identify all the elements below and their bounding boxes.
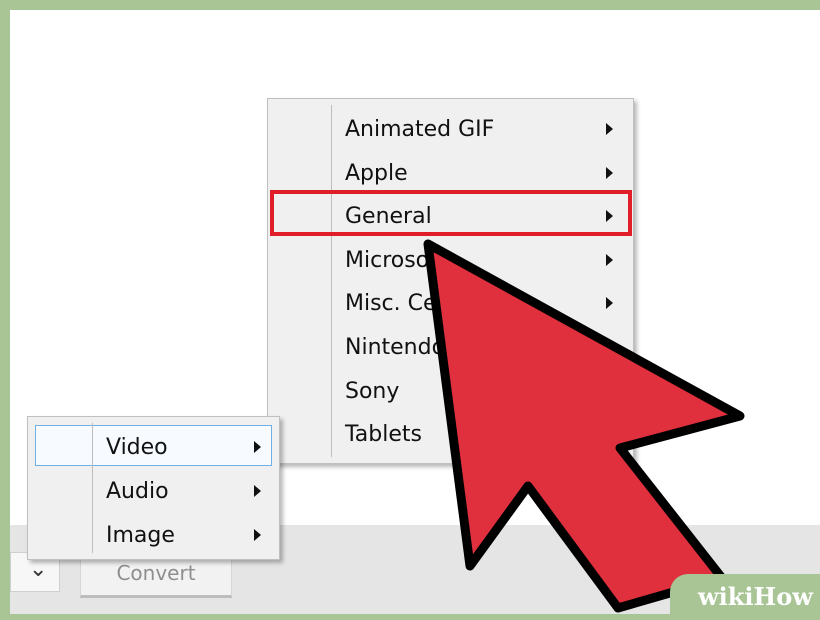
cursor-arrow-icon	[423, 239, 745, 613]
watermark-badge: wikiHow	[670, 574, 820, 620]
watermark-logo: wikiHow	[698, 582, 813, 611]
pointer-arrow-shape	[423, 239, 745, 613]
